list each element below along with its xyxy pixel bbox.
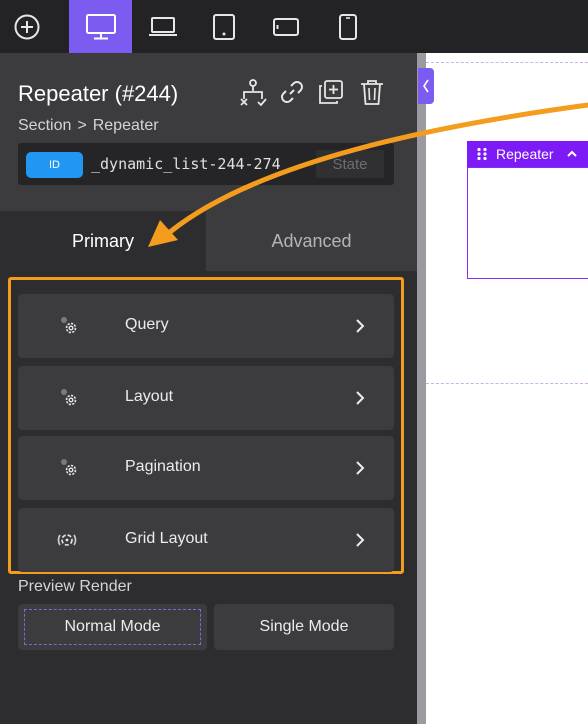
breadcrumb: Section > Repeater	[18, 117, 159, 135]
accordion-label: Query	[125, 316, 169, 333]
canvas-gutter	[417, 53, 426, 724]
delete-button[interactable]	[357, 77, 387, 107]
drag-handle-icon[interactable]	[476, 147, 488, 161]
desktop-view-button[interactable]	[69, 0, 132, 53]
add-element-button[interactable]	[0, 0, 53, 53]
repeater-element-label[interactable]: Repeater	[467, 141, 588, 167]
laptop-view-button[interactable]	[137, 0, 189, 53]
chevron-right-icon	[356, 391, 365, 405]
id-badge: ID	[26, 152, 83, 178]
accordion-label: Grid Layout	[125, 530, 208, 547]
top-toolbar	[0, 0, 588, 53]
phone-view-button[interactable]	[322, 0, 374, 53]
normal-mode-label: Normal Mode	[24, 609, 201, 645]
phone-icon	[339, 13, 357, 40]
tab-advanced[interactable]: Advanced	[206, 211, 417, 271]
chevron-right-icon	[356, 533, 365, 547]
accordion-layout[interactable]: Layout	[18, 366, 394, 430]
tablet-landscape-view-button[interactable]	[260, 0, 312, 53]
gear-icon	[61, 317, 77, 334]
repeater-label-text: Repeater	[496, 146, 554, 162]
breadcrumb-parent[interactable]: Section	[18, 117, 71, 135]
accordion-query[interactable]: Query	[18, 294, 394, 358]
duplicate-button[interactable]	[316, 77, 346, 107]
tablet-view-button[interactable]	[199, 0, 249, 53]
plus-circle-icon	[14, 14, 39, 39]
breadcrumb-current: Repeater	[92, 117, 159, 134]
accordion-label: Layout	[125, 388, 174, 405]
trash-icon	[361, 80, 383, 105]
laptop-icon	[149, 16, 177, 36]
duplicate-icon	[319, 80, 343, 104]
id-field: ID _dynamic_list-244-274 State	[18, 143, 394, 185]
gear-icon	[61, 459, 77, 476]
accordion-grid-layout[interactable]: Grid Layout	[18, 508, 394, 572]
link-button[interactable]	[277, 77, 307, 107]
repeater-element[interactable]	[467, 167, 588, 279]
chevron-right-icon	[356, 461, 365, 475]
chevron-right-icon	[356, 319, 365, 333]
chevron-up-icon[interactable]	[566, 149, 578, 159]
chevron-left-icon	[423, 79, 429, 93]
collapse-panel-button[interactable]	[418, 68, 434, 104]
tab-primary-label: Primary	[72, 230, 134, 251]
panel-header: Repeater (#244) Section > Repeater ID _d…	[0, 53, 417, 211]
section-boundary	[426, 62, 588, 63]
normal-mode-button[interactable]: Normal Mode	[18, 604, 207, 650]
tablet-landscape-icon	[273, 17, 299, 36]
element-title: Repeater (#244)	[18, 81, 179, 106]
accordion-pagination[interactable]: Pagination	[18, 436, 394, 500]
single-mode-button[interactable]: Single Mode	[214, 604, 394, 650]
gear-icon	[61, 389, 77, 406]
preview-render-label: Preview Render	[18, 578, 132, 595]
tablet-icon	[213, 13, 235, 40]
desktop-icon	[85, 13, 116, 39]
structure-icon	[240, 79, 267, 106]
section-boundary	[426, 383, 588, 384]
tab-primary[interactable]: Primary	[0, 211, 206, 271]
id-value-input[interactable]: _dynamic_list-244-274	[91, 155, 281, 173]
state-button[interactable]: State	[316, 150, 384, 178]
accordion-label: Pagination	[125, 458, 201, 475]
tab-advanced-label: Advanced	[271, 230, 352, 251]
structure-button[interactable]	[238, 77, 268, 107]
link-icon	[281, 81, 303, 103]
breadcrumb-separator: >	[77, 117, 87, 134]
grid-spinner-icon	[57, 534, 77, 546]
properties-panel: Repeater (#244) Section > Repeater ID _d…	[0, 53, 417, 724]
